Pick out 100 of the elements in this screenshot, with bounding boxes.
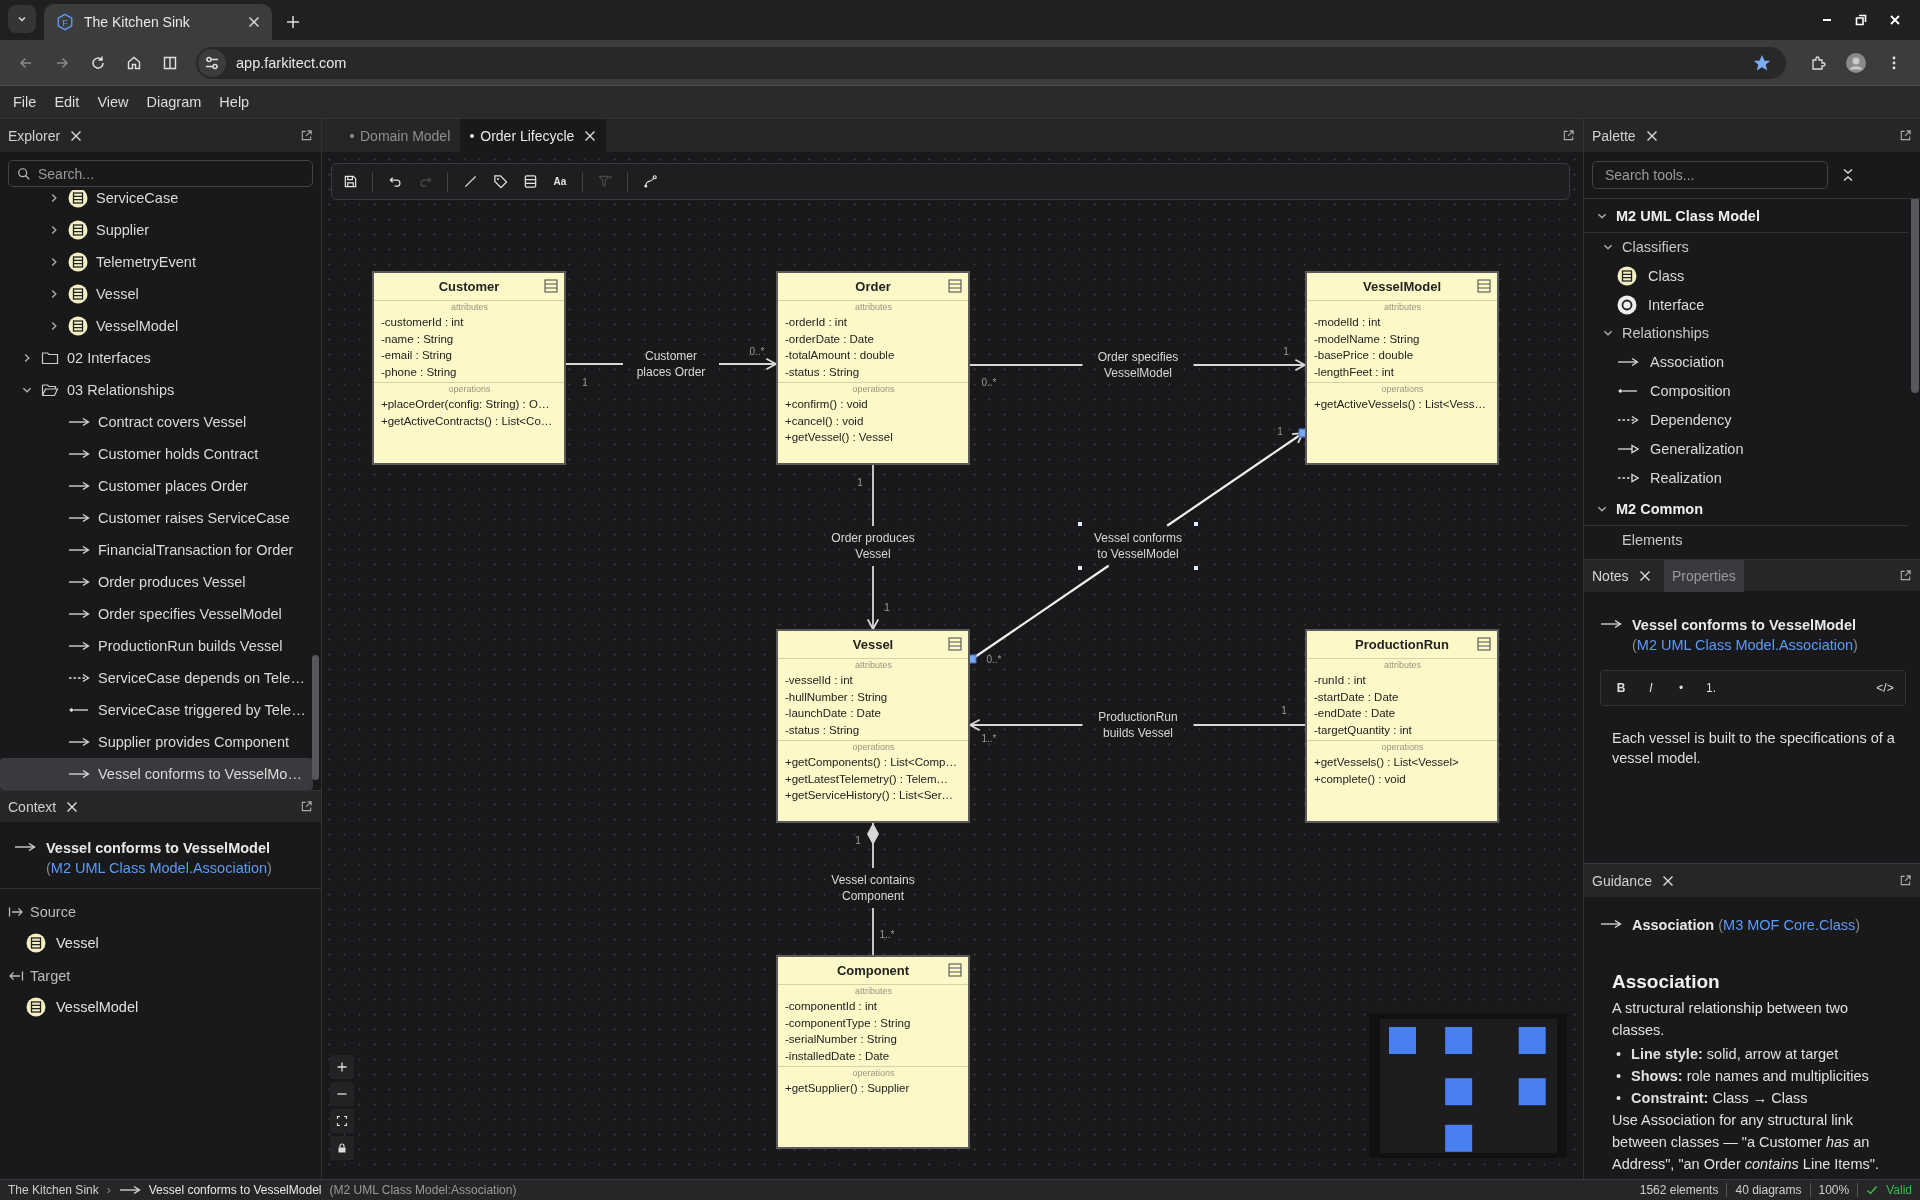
pop-out-icon[interactable] <box>1899 569 1912 582</box>
palette-section[interactable]: M2 UML Class Model <box>1584 199 1908 233</box>
tree-item[interactable]: 03 Relationships <box>0 374 313 406</box>
zoom-out-button[interactable] <box>330 1082 354 1106</box>
minimap[interactable] <box>1369 1013 1567 1158</box>
palette-group[interactable]: Classifiers <box>1584 233 1920 261</box>
palette-item[interactable]: Realization <box>1584 463 1920 492</box>
pop-out-icon[interactable] <box>1899 874 1912 887</box>
class-box[interactable]: Component attributes -componentId : int -componentType : String -serialNumber : String -installedDate : Date operations +getSupplier() : Supplier <box>776 955 970 1149</box>
pop-out-icon[interactable] <box>1562 129 1575 142</box>
class-box[interactable]: VesselModel attributes -modelId : int -modelName : String -basePrice : double -lengthFeet : int operations +getActiveVessels() : List<Vess… <box>1305 271 1499 465</box>
source-class[interactable]: Vessel <box>56 935 99 951</box>
close-tab-icon[interactable] <box>248 16 260 28</box>
association-label[interactable]: Order specifies VesselModel <box>1084 347 1192 383</box>
tree-item[interactable]: Supplier provides Component <box>0 726 313 758</box>
new-tab-icon[interactable] <box>286 15 300 29</box>
tree-item[interactable]: ServiceCase <box>0 190 313 214</box>
avatar-icon[interactable] <box>1846 52 1866 73</box>
validation-status[interactable]: Valid <box>1886 1183 1912 1197</box>
palette-item[interactable]: Dependency <box>1584 405 1920 434</box>
class-box[interactable]: ProductionRun attributes -runId : int -startDate : Date -endDate : Date -targetQuantity : int operations +getVessels() : List<Vessel> +complete() : void <box>1305 629 1499 823</box>
lock-button[interactable] <box>330 1136 354 1160</box>
compartments-icon[interactable] <box>948 279 962 293</box>
close-window-icon[interactable] <box>1889 14 1901 26</box>
text-style-button[interactable]: Aa <box>546 167 574 196</box>
format-button[interactable]: I <box>1639 676 1663 700</box>
association-label[interactable]: Customer places Order <box>625 346 717 382</box>
close-tab-icon[interactable] <box>584 129 597 142</box>
zoom-in-button[interactable] <box>330 1055 354 1079</box>
search-field[interactable]: Search... <box>8 160 313 187</box>
menu-item[interactable]: View <box>88 94 138 110</box>
format-button[interactable]: </> <box>1873 676 1897 700</box>
palette-item[interactable]: Interface <box>1584 290 1920 319</box>
browser-tab[interactable]: F The Kitchen Sink <box>44 4 272 40</box>
close-icon[interactable] <box>1661 874 1674 887</box>
association-label[interactable]: ProductionRun builds Vessel <box>1084 707 1192 743</box>
compartments-icon[interactable] <box>1477 279 1491 293</box>
format-button[interactable]: • <box>1669 676 1693 700</box>
association-label[interactable]: Order produces Vessel <box>819 528 927 564</box>
palette-item[interactable]: Generalization <box>1584 434 1920 463</box>
panel-tab[interactable]: Properties <box>1664 559 1744 592</box>
association-label[interactable]: Vessel conforms to VesselModel <box>1078 522 1198 570</box>
menu-item[interactable]: File <box>4 94 46 110</box>
tree-item[interactable]: VesselModel <box>0 310 313 342</box>
tree-item[interactable]: Vessel conforms to VesselMo… <box>0 758 313 790</box>
pop-out-icon[interactable] <box>1899 129 1912 142</box>
pop-out-icon[interactable] <box>300 129 313 142</box>
site-settings-icon[interactable] <box>198 48 226 77</box>
compartments-icon[interactable] <box>1477 637 1491 651</box>
class-box[interactable]: Vessel attributes -vesselId : int -hullNumber : String -launchDate : Date -status : String operations +getComponents() : List<Comp… +getLatestTelemetry() : Telem… +getServiceHistory() : List<Ser… <box>776 629 970 823</box>
tree-item[interactable]: Customer holds Contract <box>0 438 313 470</box>
palette-item[interactable]: Composition <box>1584 376 1920 405</box>
bookmark-star-icon[interactable] <box>1754 54 1770 71</box>
target-class[interactable]: VesselModel <box>56 999 139 1015</box>
compartments-icon[interactable] <box>544 279 558 293</box>
collapse-all-icon[interactable] <box>1842 168 1854 182</box>
class-box[interactable]: Order attributes -orderId : int -orderDate : Date -totalAmount : double -status : String operations +confirm() : void +cancel() : void +getVessel() : Vessel <box>776 271 970 465</box>
close-icon[interactable] <box>1645 129 1658 142</box>
tree-item[interactable]: Contract covers Vessel <box>0 406 313 438</box>
menu-item[interactable]: Diagram <box>137 94 211 110</box>
restore-icon[interactable] <box>1855 14 1867 26</box>
tree-item[interactable]: Order produces Vessel <box>0 566 313 598</box>
tree-item[interactable]: Vessel <box>0 278 313 310</box>
close-icon[interactable] <box>66 800 79 813</box>
tree-item[interactable]: Supplier <box>0 214 313 246</box>
palette-group[interactable]: Elements <box>1584 526 1920 554</box>
scrollbar-thumb[interactable] <box>312 655 319 780</box>
tree-item[interactable]: Order specifies VesselModel <box>0 598 313 630</box>
tree-item[interactable]: ServiceCase triggered by Tele… <box>0 694 313 726</box>
menu-item[interactable]: Help <box>210 94 259 110</box>
format-button[interactable]: 1. <box>1699 676 1723 700</box>
format-button[interactable]: B <box>1609 676 1633 700</box>
palette-section[interactable]: M2 Common <box>1584 492 1908 526</box>
tree-item[interactable]: 02 Interfaces <box>0 342 313 374</box>
home-icon[interactable] <box>126 54 142 71</box>
compartments-icon[interactable] <box>948 963 962 977</box>
type-link[interactable]: M2 UML Class Model.Association <box>1636 637 1854 653</box>
association-label[interactable]: Vessel contains Component <box>817 870 929 906</box>
split-view-icon[interactable] <box>162 54 178 71</box>
reload-icon[interactable] <box>90 54 106 71</box>
document-tab[interactable]: Order Lifecycle <box>460 119 607 152</box>
selection-name[interactable]: Vessel conforms to VesselModel <box>148 1183 322 1197</box>
close-icon[interactable] <box>1638 569 1651 582</box>
project-name[interactable]: The Kitchen Sink <box>8 1183 99 1197</box>
palette-group[interactable]: Relationships <box>1584 319 1920 347</box>
close-icon[interactable] <box>70 129 83 142</box>
search-field[interactable]: Search tools... <box>1592 161 1828 189</box>
palette-item[interactable]: Association <box>1584 347 1920 376</box>
fit-view-button[interactable] <box>330 1109 354 1133</box>
palette-item[interactable]: Class <box>1584 261 1920 290</box>
tree-item[interactable]: Customer places Order <box>0 470 313 502</box>
scrollbar-thumb[interactable] <box>1911 199 1919 393</box>
tree-item[interactable]: FinancialTransaction for Order <box>0 534 313 566</box>
class-box[interactable]: Customer attributes -customerId : int -name : String -email : String -phone : String operations +placeOrder(config: String) : O… +getActiveContracts() : List<Co… <box>372 271 566 465</box>
tree-item[interactable]: ProductionRun builds Vessel <box>0 630 313 662</box>
note-text[interactable]: Each vessel is built to the specifications of a vessel model. <box>1612 728 1906 768</box>
type-link[interactable]: M2 UML Class Model.Association <box>50 860 268 876</box>
tree-item[interactable]: TelemetryEvent <box>0 246 313 278</box>
document-tab[interactable]: Domain Model <box>340 119 461 152</box>
menu-item[interactable]: Edit <box>45 94 89 110</box>
